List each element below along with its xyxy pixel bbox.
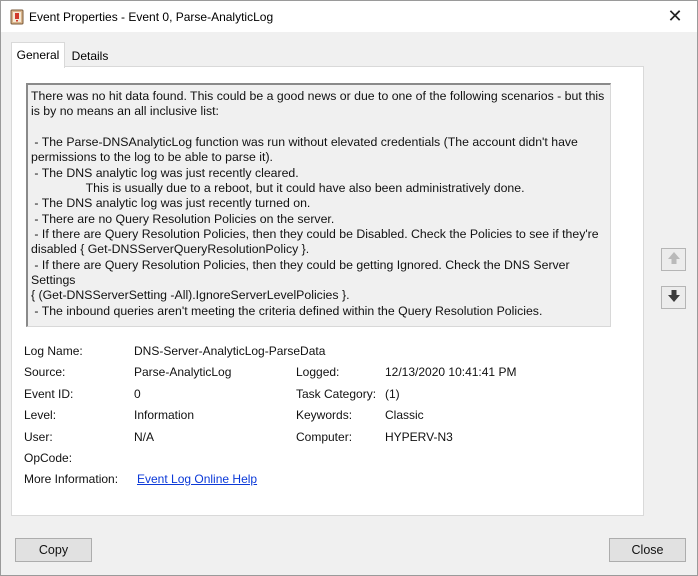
title-bar[interactable]: Event Properties - Event 0, Parse-Analyt…: [1, 1, 697, 32]
close-icon: ✕: [667, 6, 683, 26]
event-id-value: 0: [134, 387, 141, 401]
event-id-label: Event ID:: [24, 387, 74, 401]
keywords-value: Classic: [385, 408, 424, 422]
computer-label: Computer:: [296, 430, 353, 444]
description-text: There was no hit data found. This could …: [31, 89, 605, 318]
description-box[interactable]: There was no hit data found. This could …: [26, 83, 611, 327]
computer-value: HYPERV-N3: [385, 430, 453, 444]
source-label: Source:: [24, 365, 66, 379]
opcode-label: OpCode:: [24, 451, 73, 465]
next-event-button[interactable]: [661, 286, 686, 309]
source-value: Parse-AnalyticLog: [134, 365, 232, 379]
task-category-value: (1): [385, 387, 400, 401]
task-category-label: Task Category:: [296, 387, 377, 401]
log-name-value: DNS-Server-AnalyticLog-ParseData: [134, 344, 326, 358]
logged-label: Logged:: [296, 365, 340, 379]
level-label: Level:: [24, 408, 57, 422]
tab-general[interactable]: General: [11, 42, 65, 68]
logged-value: 12/13/2020 10:41:41 PM: [385, 365, 517, 379]
arrow-up-icon: [667, 251, 681, 268]
previous-event-button[interactable]: [661, 248, 686, 271]
user-value: N/A: [134, 430, 155, 444]
window-title: Event Properties - Event 0, Parse-Analyt…: [29, 10, 274, 24]
user-label: User:: [24, 430, 53, 444]
level-value: Information: [134, 408, 195, 422]
general-panel: There was no hit data found. This could …: [11, 66, 644, 516]
event-viewer-icon: [10, 9, 24, 25]
more-information-label: More Information:: [24, 472, 119, 486]
close-window-button[interactable]: ✕: [655, 1, 695, 32]
close-button[interactable]: Close: [609, 538, 686, 562]
event-log-online-help-link[interactable]: Event Log Online Help: [137, 472, 257, 486]
log-name-label: Log Name:: [24, 344, 83, 358]
keywords-label: Keywords:: [296, 408, 353, 422]
arrow-down-icon: [667, 289, 681, 306]
event-properties-window: Event Properties - Event 0, Parse-Analyt…: [0, 0, 698, 576]
copy-button[interactable]: Copy: [15, 538, 92, 562]
